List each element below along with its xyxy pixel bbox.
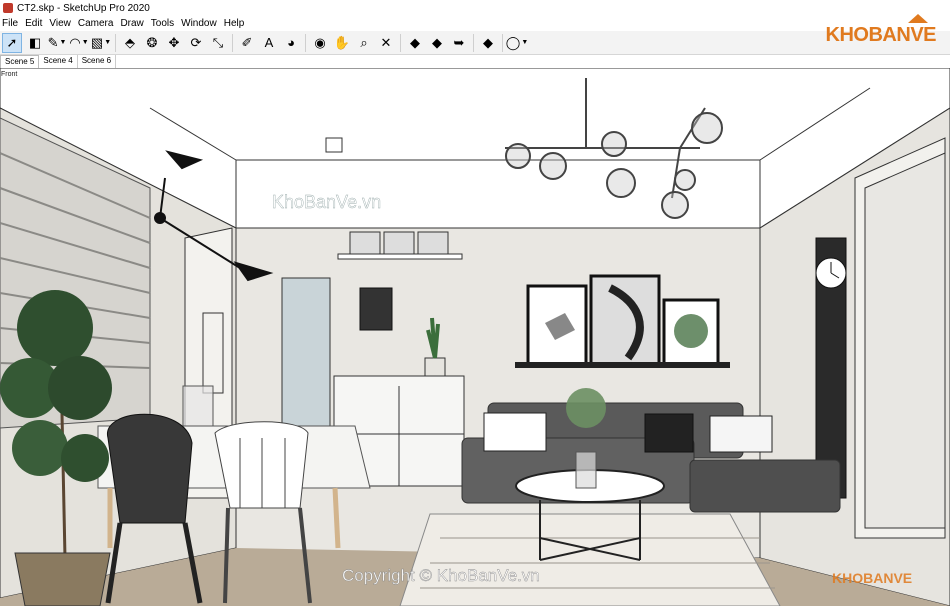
menu-file[interactable]: File (2, 18, 18, 29)
offset-tool-icon: ❂ (146, 34, 158, 50)
ruby-extension-button[interactable]: ◆ (479, 34, 497, 52)
logo-text: KHOBANVE (825, 24, 937, 46)
orbit-tool-icon: ◉ (314, 34, 326, 50)
toolbar-separator (400, 33, 401, 52)
pan-tool-icon: ✋ (333, 34, 351, 50)
3d-viewport[interactable]: KhoBanVe.vn Copyright © KhoBanVe.vn KHOB… (0, 67, 950, 607)
move-tool-icon: ✥ (168, 34, 180, 50)
menu-draw[interactable]: Draw (120, 18, 143, 29)
pencil-tool-icon: ✎ (47, 34, 59, 50)
tape-measure-button[interactable]: ✐ (238, 34, 256, 52)
center-watermark: KhoBanVe.vn (272, 192, 381, 212)
plant-pot (424, 357, 446, 377)
tape-measure-icon: ✐ (241, 34, 253, 50)
orbit-tool-button[interactable]: ◉ (311, 34, 329, 52)
title-bar: CT2.skp - SketchUp Pro 2020 (0, 0, 950, 16)
bottom-watermark: Copyright © KhoBanVe.vn (342, 566, 540, 585)
menu-window[interactable]: Window (181, 18, 217, 29)
rotate-tool-icon: ⟳ (190, 34, 202, 50)
zoom-extents-icon: ✕ (380, 34, 392, 50)
zoom-tool-button[interactable]: ⌕ (355, 34, 373, 52)
send-to-layout-button[interactable]: ➥ (450, 34, 468, 52)
paint-bucket-button[interactable]: ◕ (282, 34, 300, 52)
toolbar-separator (115, 33, 116, 52)
tab-scene-4[interactable]: Scene 4 (39, 55, 78, 68)
menu-camera[interactable]: Camera (78, 18, 114, 29)
move-tool-button[interactable]: ✥ (165, 34, 183, 52)
zoom-tool-icon: ⌕ (360, 34, 368, 50)
select-tool-icon: ➚ (6, 34, 18, 50)
khobanve-logo: KHOBANVE (825, 14, 937, 47)
logo-roof-icon (908, 14, 928, 23)
toolbar-separator (305, 33, 306, 52)
eraser-tool-icon: ◧ (28, 34, 42, 50)
rotate-tool-button[interactable]: ⟳ (187, 34, 205, 52)
menu-view[interactable]: View (49, 18, 71, 29)
warehouse-button[interactable]: ◆ (406, 34, 424, 52)
ceiling-light-fixture (325, 137, 343, 153)
extension-warehouse-button[interactable]: ◆ (428, 34, 446, 52)
toolbar-separator (473, 33, 474, 52)
shape-tool-button[interactable]: ▧ ▼ (90, 34, 111, 52)
toolbar-separator (502, 33, 503, 52)
extension-warehouse-icon: ◆ (432, 34, 442, 50)
warehouse-icon: ◆ (410, 34, 420, 50)
scene-tabs: Scene 5 Scene 4 Scene 6 (0, 55, 950, 68)
scale-tool-icon: ⤡ (212, 34, 224, 50)
paint-bucket-icon: ◕ (287, 35, 295, 50)
account-icon: ◯ (505, 34, 521, 50)
eraser-tool-button[interactable]: ◧ (26, 34, 44, 52)
toolbar-separator (232, 33, 233, 52)
push-pull-tool-button[interactable]: ⬘ (121, 34, 139, 52)
text-tool-icon: A (264, 35, 274, 50)
arc-tool-icon: ◠ (69, 34, 81, 50)
corner-watermark: KHOBANVE (832, 570, 912, 586)
account-button[interactable]: ◯ ▼ (505, 34, 529, 52)
scale-tool-button[interactable]: ⤡ (209, 34, 227, 52)
floor-mirror (281, 277, 331, 427)
menu-help[interactable]: Help (224, 18, 245, 29)
area-rug (399, 513, 781, 607)
menu-tools[interactable]: Tools (151, 18, 174, 29)
zoom-extents-button[interactable]: ✕ (377, 34, 395, 52)
push-pull-tool-icon: ⬘ (125, 34, 135, 50)
main-toolbar: ➚ ◧ ✎ ▼ ◠ ▼ ▧ ▼ ⬘ ❂ ✥ ⟳ ⤡ ✐ A ◕ ◉ ✋ ⌕ ✕ ◆ ◆ ➥ ◆ ◯ ▼ (0, 31, 950, 55)
offset-tool-button[interactable]: ❂ (143, 34, 161, 52)
menu-edit[interactable]: Edit (25, 18, 42, 29)
text-tool-button[interactable]: A (260, 34, 278, 52)
ruby-extension-icon: ◆ (483, 34, 493, 50)
dropdown-arrow-icon[interactable]: ▼ (59, 39, 66, 46)
menu-bar: File Edit View Camera Draw Tools Window … (0, 16, 950, 31)
tab-scene-6[interactable]: Scene 6 (78, 55, 117, 68)
pan-tool-button[interactable]: ✋ (333, 34, 351, 52)
living-room-render: KhoBanVe.vn Copyright © KhoBanVe.vn KHOB… (0, 67, 950, 607)
dropdown-arrow-icon[interactable]: ▼ (521, 39, 528, 46)
sketchup-app-icon (3, 3, 13, 13)
send-to-layout-icon: ➥ (453, 34, 465, 50)
tab-scene-5[interactable]: Scene 5 (0, 55, 40, 68)
arc-tool-button[interactable]: ◠ ▼ (69, 34, 89, 52)
window-title: CT2.skp - SketchUp Pro 2020 (17, 2, 150, 14)
select-tool-button[interactable]: ➚ (2, 32, 22, 53)
view-label: Front (1, 71, 18, 78)
pencil-tool-button[interactable]: ✎ ▼ (47, 34, 67, 52)
dropdown-arrow-icon[interactable]: ▼ (82, 39, 89, 46)
dropdown-arrow-icon[interactable]: ▼ (104, 39, 111, 46)
shape-tool-icon: ▧ (90, 34, 104, 50)
grandfather-clock (815, 237, 847, 499)
hanging-bag (359, 287, 393, 331)
